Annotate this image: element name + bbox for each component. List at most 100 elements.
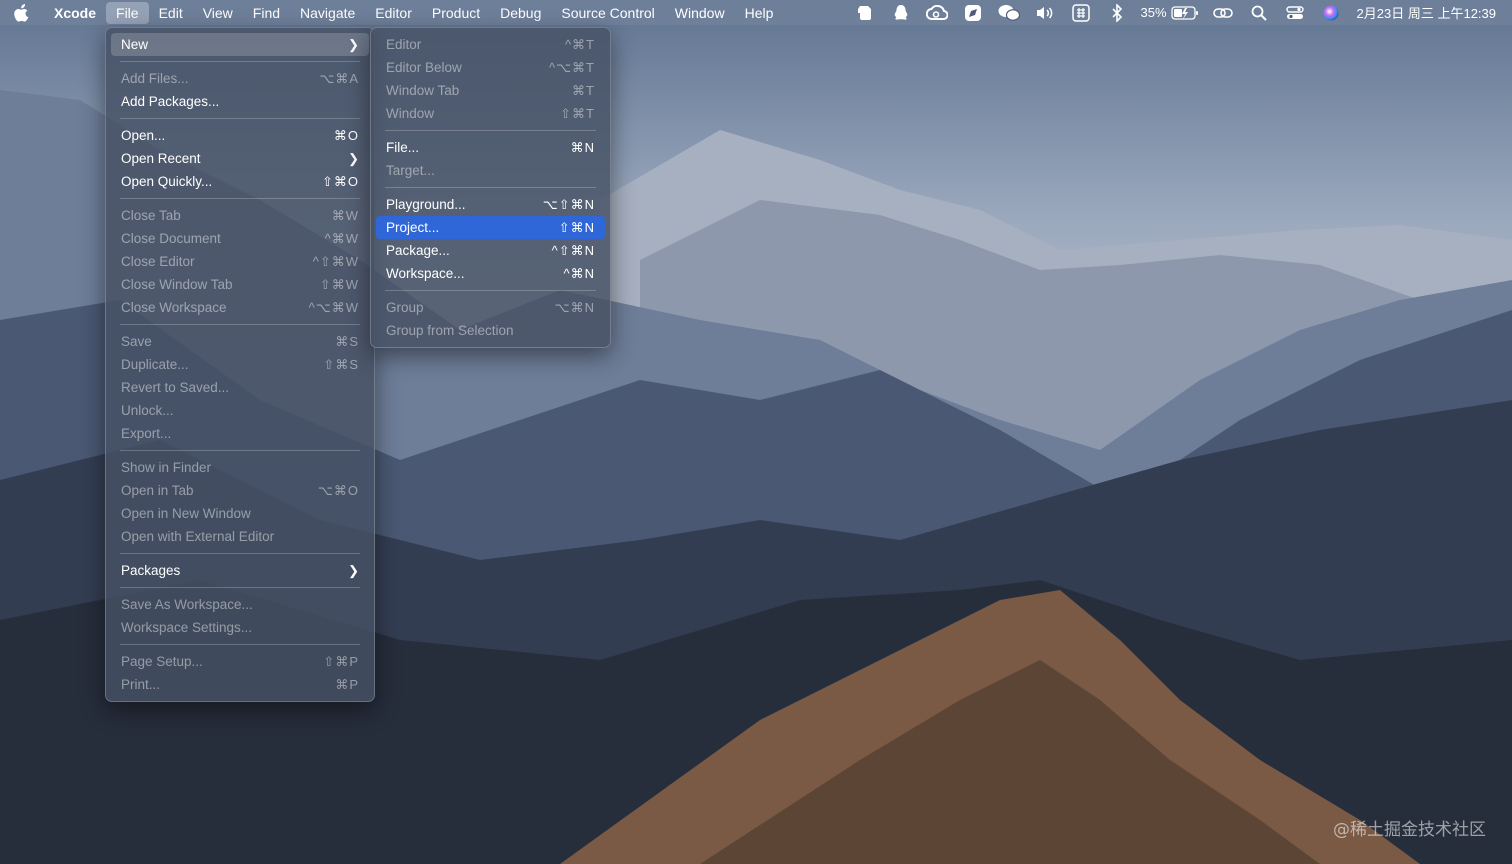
- menu-item-open-recent[interactable]: Open Recent ❯: [111, 147, 369, 170]
- creative-cloud-icon[interactable]: [924, 0, 950, 25]
- menu-item-label: Window Tab: [386, 83, 460, 98]
- menu-item-close-tab[interactable]: Close Tab ⌘W: [111, 204, 369, 227]
- menu-item-label: Add Files...: [121, 71, 189, 86]
- menu-separator: [120, 553, 360, 554]
- menu-separator: [385, 130, 596, 131]
- menu-item-open[interactable]: Open... ⌘O: [111, 124, 369, 147]
- submenu-item-target[interactable]: Target...: [376, 159, 605, 182]
- app-menu[interactable]: Xcode: [44, 2, 106, 24]
- menu-item-unlock[interactable]: Unlock...: [111, 399, 369, 422]
- menu-separator: [120, 198, 360, 199]
- clock[interactable]: 2月23日 周三 上午12:39: [1357, 3, 1496, 22]
- menu-item-close-editor[interactable]: Close Editor ^⇧⌘W: [111, 250, 369, 273]
- menu-item-shortcut: ⇧⌘W: [319, 276, 359, 292]
- menu-item-new[interactable]: New ❯: [111, 33, 369, 56]
- menu-item-open-in-tab[interactable]: Open in Tab ⌥⌘O: [111, 479, 369, 502]
- menu-file[interactable]: File: [106, 1, 149, 24]
- menu-item-label: New: [121, 37, 149, 52]
- menu-item-open-quickly[interactable]: Open Quickly... ⇧⌘O: [111, 170, 369, 193]
- submenu-item-window-tab[interactable]: Window Tab ⌘T: [376, 79, 605, 102]
- menu-item-add-packages[interactable]: Add Packages...: [111, 90, 369, 113]
- chevron-right-icon: ❯: [348, 150, 359, 166]
- menu-item-close-workspace[interactable]: Close Workspace ^⌥⌘W: [111, 296, 369, 319]
- menu-item-label: Revert to Saved...: [121, 380, 230, 395]
- menu-item-shortcut: ⇧⌘N: [558, 219, 595, 235]
- menu-item-shortcut: ⌘S: [335, 333, 359, 349]
- menu-item-label: Show in Finder: [121, 460, 212, 475]
- menu-item-label: Open with External Editor: [121, 529, 275, 544]
- menu-editor[interactable]: Editor: [365, 2, 422, 24]
- menu-source-control[interactable]: Source Control: [551, 2, 664, 24]
- menu-item-revert[interactable]: Revert to Saved...: [111, 376, 369, 399]
- menu-edit[interactable]: Edit: [149, 2, 193, 24]
- menu-item-label: Page Setup...: [121, 654, 203, 669]
- menu-item-shortcut: ⌘W: [331, 207, 359, 223]
- menu-item-add-files[interactable]: Add Files... ⌥⌘A: [111, 67, 369, 90]
- battery-status[interactable]: 35%: [1140, 0, 1200, 25]
- menu-item-export[interactable]: Export...: [111, 422, 369, 445]
- menu-item-label: Packages: [121, 563, 181, 578]
- menu-item-close-document[interactable]: Close Document ^⌘W: [111, 227, 369, 250]
- spotlight-search-icon[interactable]: [1246, 0, 1272, 25]
- menu-item-shortcut: ⇧⌘S: [323, 356, 359, 372]
- qq-icon[interactable]: [888, 0, 914, 25]
- submenu-item-package[interactable]: Package... ^⇧⌘N: [376, 239, 605, 262]
- menu-item-shortcut: ⇧⌘P: [323, 653, 359, 669]
- menu-item-shortcut: ^⌥⌘T: [548, 59, 595, 75]
- menu-separator: [120, 118, 360, 119]
- submenu-item-group[interactable]: Group ⌥⌘N: [376, 296, 605, 319]
- input-method-icon[interactable]: [1068, 0, 1094, 25]
- menu-separator: [385, 187, 596, 188]
- menu-item-print[interactable]: Print... ⌘P: [111, 673, 369, 696]
- menu-separator: [120, 450, 360, 451]
- link-icon[interactable]: [1210, 0, 1236, 25]
- submenu-item-file[interactable]: File... ⌘N: [376, 136, 605, 159]
- menu-view[interactable]: View: [193, 2, 243, 24]
- menu-item-label: Print...: [121, 677, 161, 692]
- menu-find[interactable]: Find: [243, 2, 290, 24]
- menu-window[interactable]: Window: [665, 2, 735, 24]
- menu-item-shortcut: ⌘O: [333, 127, 359, 143]
- submenu-item-group-from-selection[interactable]: Group from Selection: [376, 319, 605, 342]
- menu-item-close-window-tab[interactable]: Close Window Tab ⇧⌘W: [111, 273, 369, 296]
- menu-item-label: Close Document: [121, 231, 221, 246]
- menu-debug[interactable]: Debug: [490, 2, 551, 24]
- menu-separator: [120, 324, 360, 325]
- menu-item-save-as-workspace[interactable]: Save As Workspace...: [111, 593, 369, 616]
- submenu-item-window[interactable]: Window ⇧⌘T: [376, 102, 605, 125]
- menu-item-save[interactable]: Save ⌘S: [111, 330, 369, 353]
- notes-app-icon[interactable]: [960, 0, 986, 25]
- bluetooth-icon[interactable]: [1104, 0, 1130, 25]
- menu-help[interactable]: Help: [735, 2, 784, 24]
- menu-item-label: Editor: [386, 37, 422, 52]
- submenu-item-playground[interactable]: Playground... ⌥⇧⌘N: [376, 193, 605, 216]
- wechat-icon[interactable]: [996, 0, 1022, 25]
- menu-item-open-external[interactable]: Open with External Editor: [111, 525, 369, 548]
- menu-item-show-in-finder[interactable]: Show in Finder: [111, 456, 369, 479]
- menu-item-label: Open Recent: [121, 151, 201, 166]
- menu-item-page-setup[interactable]: Page Setup... ⇧⌘P: [111, 650, 369, 673]
- chevron-right-icon: ❯: [348, 36, 359, 52]
- submenu-item-editor[interactable]: Editor ^⌘T: [376, 33, 605, 56]
- menu-navigate[interactable]: Navigate: [290, 2, 365, 24]
- battery-icon: [1170, 5, 1198, 20]
- submenu-item-editor-below[interactable]: Editor Below ^⌥⌘T: [376, 56, 605, 79]
- control-center-icon[interactable]: [1282, 0, 1308, 25]
- submenu-item-project[interactable]: Project... ⇧⌘N: [376, 216, 605, 239]
- evernote-icon[interactable]: [852, 0, 878, 25]
- siri-icon[interactable]: [1318, 0, 1344, 25]
- menu-item-workspace-settings[interactable]: Workspace Settings...: [111, 616, 369, 639]
- menu-item-shortcut: ^⇧⌘N: [551, 242, 595, 258]
- apple-menu-icon[interactable]: [0, 0, 44, 25]
- submenu-item-workspace[interactable]: Workspace... ^⌘N: [376, 262, 605, 285]
- menu-item-label: Group from Selection: [386, 323, 514, 338]
- menu-item-packages[interactable]: Packages ❯: [111, 559, 369, 582]
- watermark: @稀土掘金技术社区: [1333, 820, 1486, 840]
- menu-item-duplicate[interactable]: Duplicate... ⇧⌘S: [111, 353, 369, 376]
- menu-item-open-new-window[interactable]: Open in New Window: [111, 502, 369, 525]
- menu-item-label: Unlock...: [121, 403, 174, 418]
- volume-icon[interactable]: [1032, 0, 1058, 25]
- menu-item-label: Close Editor: [121, 254, 195, 269]
- menu-product[interactable]: Product: [422, 2, 490, 24]
- menu-item-label: Target...: [386, 163, 435, 178]
